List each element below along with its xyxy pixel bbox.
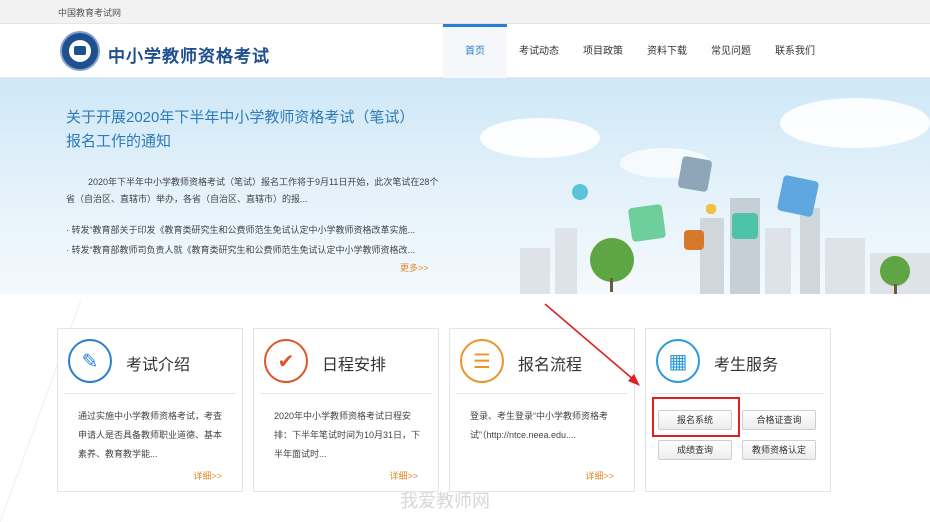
banner: 关于开展2020年下半年中小学教师资格考试（笔试）报名工作的通知 2020年下半… bbox=[0, 78, 930, 294]
site-title[interactable]: 中小学教师资格考试 bbox=[108, 42, 270, 67]
card-title[interactable]: 考生服务 bbox=[714, 351, 778, 375]
banner-more-link[interactable]: 更多>> bbox=[400, 261, 429, 274]
top-bar: 中国教育考试网 bbox=[0, 0, 930, 24]
card-detail-link[interactable]: 详细>> bbox=[193, 469, 222, 482]
cloud-decoration bbox=[480, 118, 600, 158]
nav-policies[interactable]: 项目政策 bbox=[571, 24, 635, 78]
score-query-button[interactable]: 成绩查询 bbox=[658, 440, 732, 460]
form-icon: ☰ bbox=[460, 339, 504, 383]
card-registration-process: ☰ 报名流程 登录、考生登录“中小学教师资格考试”（http://ntce.ne… bbox=[449, 328, 635, 492]
nav-home[interactable]: 首页 bbox=[443, 24, 507, 78]
card-detail-link[interactable]: 详细>> bbox=[389, 469, 418, 482]
teacher-qualification-button[interactable]: 教师资格认定 bbox=[742, 440, 816, 460]
site-name-link[interactable]: 中国教育考试网 bbox=[58, 6, 121, 19]
header: 中小学教师资格考试 首页 考试动态 项目政策 资料下载 常见问题 联系我们 bbox=[0, 24, 930, 78]
nav-faq[interactable]: 常见问题 bbox=[699, 24, 763, 78]
card-title[interactable]: 日程安排 bbox=[322, 351, 386, 375]
certificate-query-button[interactable]: 合格证查询 bbox=[742, 410, 816, 430]
banner-headline-link[interactable]: 关于开展2020年下半年中小学教师资格考试（笔试）报名工作的通知 bbox=[66, 106, 426, 154]
main-nav: 首页 考试动态 项目政策 资料下载 常见问题 联系我们 bbox=[443, 24, 827, 78]
nav-contact[interactable]: 联系我们 bbox=[763, 24, 827, 78]
banner-link-item[interactable]: · 转发“教育部教师司负责人就《教育类研究生和公费师范生免试认定中小学教师资格改… bbox=[66, 240, 446, 260]
annotation-highlight-box bbox=[652, 397, 740, 437]
banner-link-list: · 转发“教育部关于印发《教育类研究生和公费师范生免试认定中小学教师资格改革实施… bbox=[66, 220, 446, 260]
banner-link-item[interactable]: · 转发“教育部关于印发《教育类研究生和公费师范生免试认定中小学教师资格改革实施… bbox=[66, 220, 446, 240]
card-description: 登录、考生登录“中小学教师资格考试”（http://ntce.neea.edu.… bbox=[470, 411, 608, 440]
address-book-icon: ▦ bbox=[656, 339, 700, 383]
card-exam-intro: ✎ 考试介绍 通过实施中小学教师资格考试，考查申请人是否具备教师职业道德、基本素… bbox=[57, 328, 243, 492]
checkmark-icon: ✔ bbox=[264, 339, 308, 383]
document-icon: ✎ bbox=[68, 339, 112, 383]
cloud-decoration bbox=[780, 98, 930, 148]
card-title[interactable]: 考试介绍 bbox=[126, 351, 190, 375]
card-schedule: ✔ 日程安排 2020年中小学教师资格考试日程安排：下半年笔试时间为10月31日… bbox=[253, 328, 439, 492]
nav-exam-news[interactable]: 考试动态 bbox=[507, 24, 571, 78]
card-description: 通过实施中小学教师资格考试，考查申请人是否具备教师职业道德、基本素养、教育教学能… bbox=[78, 411, 223, 459]
logo-emblem-icon[interactable] bbox=[60, 31, 100, 71]
watermark: 我爱教师网 bbox=[400, 491, 490, 511]
card-detail-link[interactable]: 详细>> bbox=[585, 469, 614, 482]
banner-summary: 2020年下半年中小学教师资格考试（笔试）报名工作将于9月11日开始，此次笔试在… bbox=[66, 177, 439, 204]
nav-downloads[interactable]: 资料下载 bbox=[635, 24, 699, 78]
card-title[interactable]: 报名流程 bbox=[518, 351, 582, 375]
card-description: 2020年中小学教师资格考试日程安排：下半年笔试时间为10月31日，下半年面试时… bbox=[274, 411, 421, 459]
